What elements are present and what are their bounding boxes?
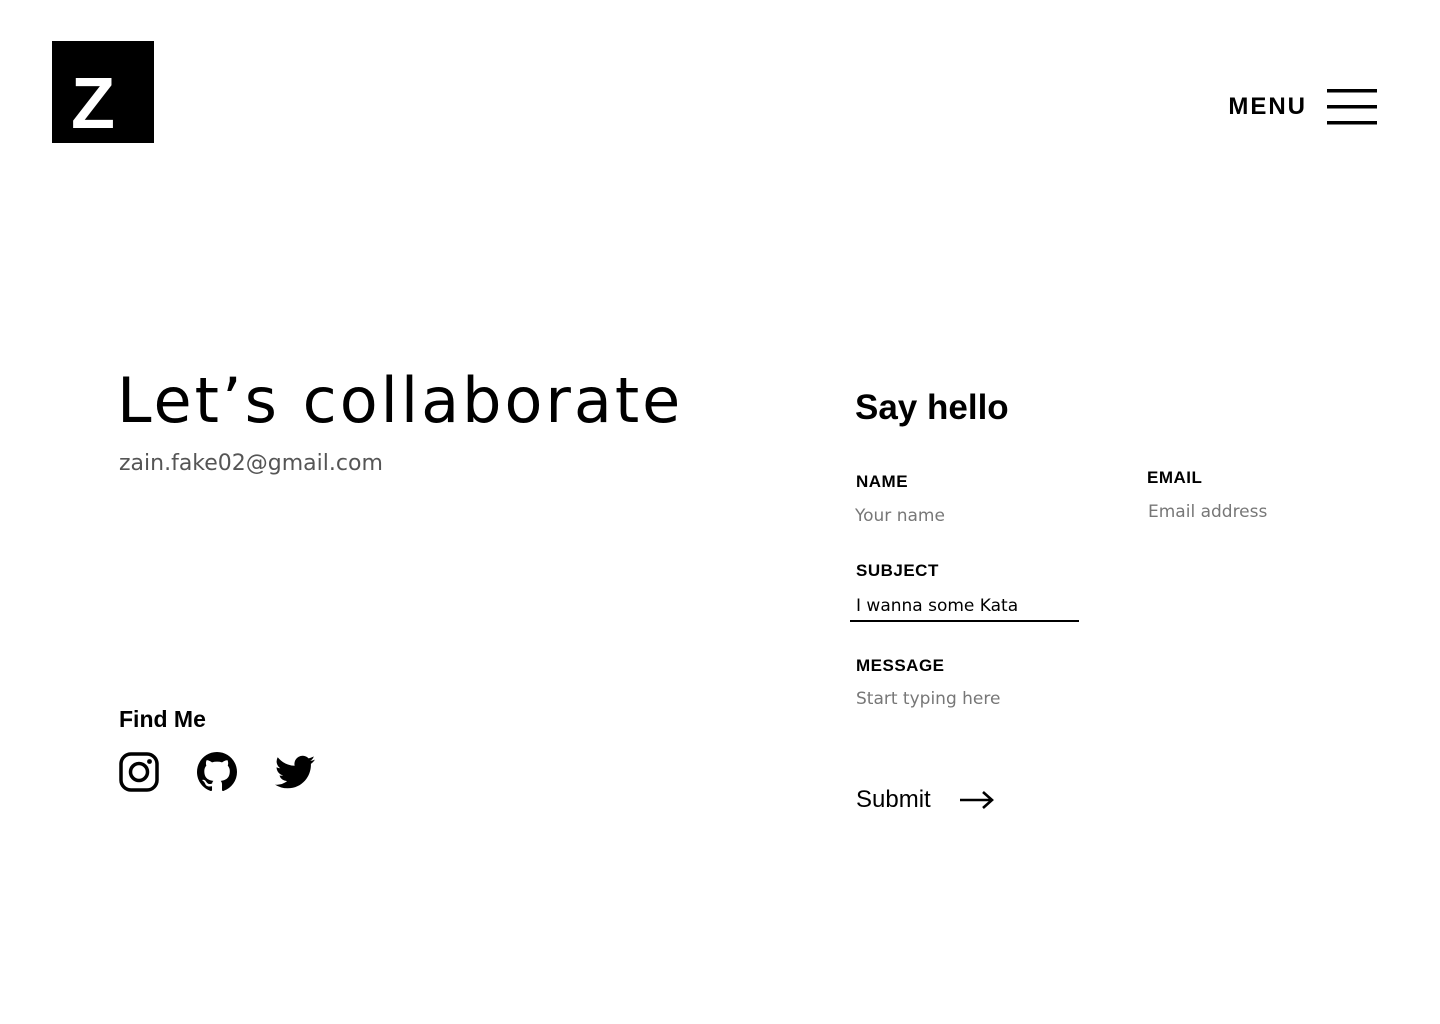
subject-field[interactable] bbox=[850, 591, 1079, 622]
arrow-right-icon bbox=[959, 791, 994, 809]
email-field[interactable] bbox=[1142, 498, 1372, 526]
find-me-heading: Find Me bbox=[119, 706, 206, 732]
logo-letter-z: Z bbox=[71, 64, 115, 143]
instagram-link[interactable] bbox=[119, 752, 159, 794]
name-field[interactable] bbox=[849, 502, 1079, 530]
subject-label: SUBJECT bbox=[856, 561, 939, 580]
hamburger-icon bbox=[1327, 89, 1377, 125]
github-icon bbox=[197, 752, 237, 792]
message-label: MESSAGE bbox=[856, 656, 945, 675]
submit-button[interactable]: Submit bbox=[856, 786, 995, 814]
twitter-icon bbox=[275, 755, 315, 789]
submit-label: Submit bbox=[856, 786, 931, 813]
contact-email-link[interactable]: zain.fake02@gmail.com bbox=[119, 451, 383, 476]
github-link[interactable] bbox=[197, 752, 237, 794]
svg-text:Z: Z bbox=[71, 64, 115, 143]
twitter-link[interactable] bbox=[275, 752, 315, 794]
social-links bbox=[119, 752, 315, 794]
email-label: EMAIL bbox=[1147, 468, 1203, 487]
instagram-icon bbox=[119, 752, 159, 792]
form-title: Say hello bbox=[855, 388, 1009, 427]
menu-label: MENU bbox=[1228, 93, 1307, 120]
menu-button[interactable]: MENU bbox=[1228, 86, 1377, 128]
name-label: NAME bbox=[856, 472, 909, 491]
page-title: Let’s collaborate bbox=[117, 364, 684, 437]
message-field[interactable] bbox=[850, 686, 1210, 756]
logo[interactable]: Z bbox=[52, 41, 154, 143]
